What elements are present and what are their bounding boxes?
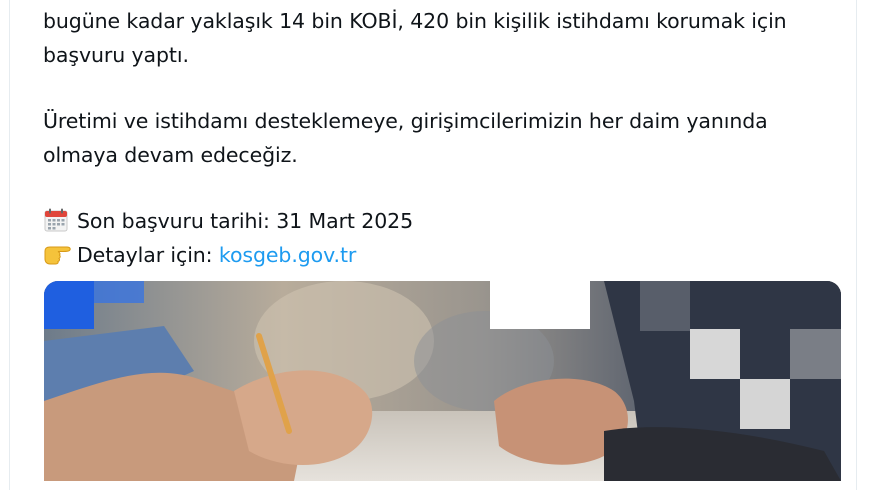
tweet-text: bugüne kadar yaklaşık 14 bin KOBİ, 420 b… bbox=[43, 4, 853, 272]
pointing-hand-icon bbox=[43, 241, 71, 267]
tweet-line-3: Üretimi ve istihdamı desteklemeye, giriş… bbox=[43, 109, 768, 133]
deadline-row: Son başvuru tarihi: 31 Mart 2025 bbox=[43, 204, 853, 238]
tweet-line-2: başvuru yaptı. bbox=[43, 43, 189, 67]
kosgeb-link[interactable]: kosgeb.gov.tr bbox=[219, 243, 356, 267]
calendar-icon bbox=[43, 207, 69, 233]
tweet-card: bugüne kadar yaklaşık 14 bin KOBİ, 420 b… bbox=[9, 0, 857, 490]
details-prefix: Detaylar için: bbox=[77, 243, 219, 267]
deadline-text: Son başvuru tarihi: 31 Mart 2025 bbox=[77, 209, 414, 233]
tweet-line-4: olmaya devam edeceğiz. bbox=[43, 143, 298, 167]
tweet-photo[interactable] bbox=[44, 281, 841, 481]
details-row: Detaylar için: kosgeb.gov.tr bbox=[43, 238, 853, 272]
tweet-line-1: bugüne kadar yaklaşık 14 bin KOBİ, 420 b… bbox=[43, 9, 787, 33]
